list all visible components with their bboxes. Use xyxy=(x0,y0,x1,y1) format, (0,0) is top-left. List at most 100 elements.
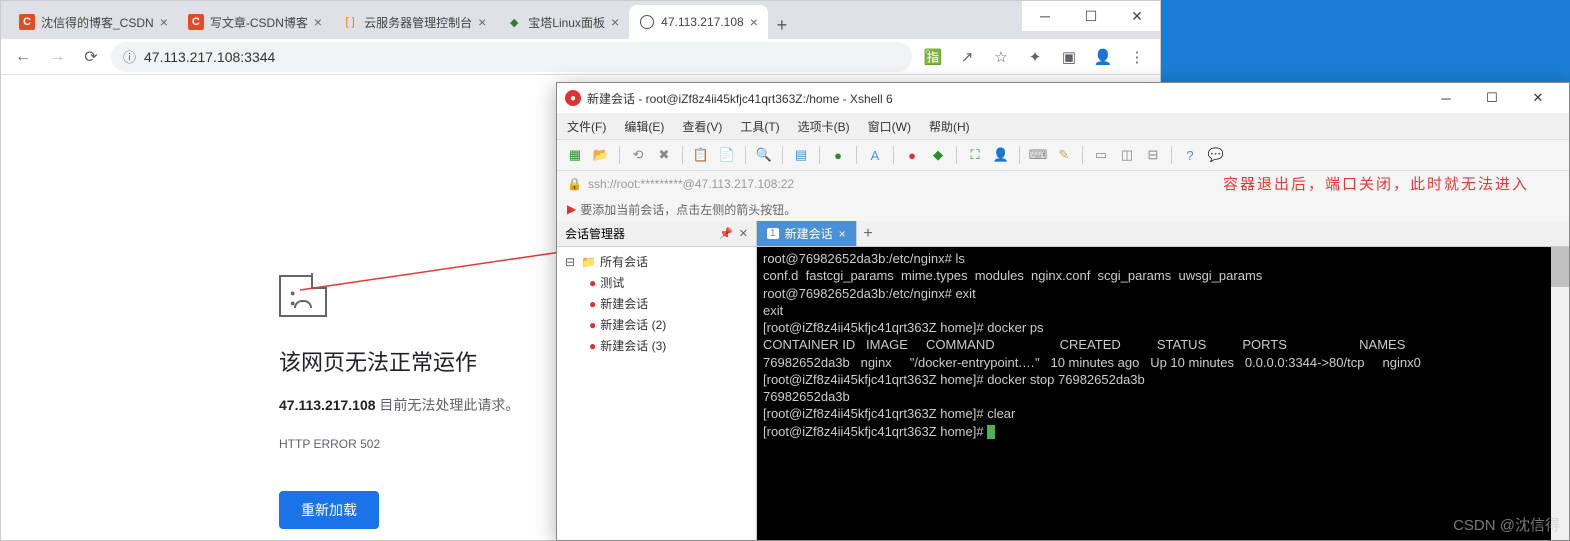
session-manager-header: 会话管理器 📌 ✕ xyxy=(557,221,756,247)
menu-window[interactable]: 窗口(W) xyxy=(868,118,911,135)
xshell-app-icon: ● xyxy=(565,90,581,106)
panel-close-icon[interactable]: ✕ xyxy=(739,227,748,240)
xshell-minimize[interactable]: ─ xyxy=(1423,83,1469,113)
session-item[interactable]: ● 新建会话 (3) xyxy=(561,335,752,356)
tree-root[interactable]: ⊟ 📁 所有会话 xyxy=(561,251,752,272)
session-item[interactable]: ● 新建会话 (2) xyxy=(561,314,752,335)
tab-cloud-console[interactable]: [ ] 云服务器管理控制台 × xyxy=(332,5,496,39)
layout2-icon[interactable]: ◫ xyxy=(1117,145,1137,165)
session-label: 新建会话 (3) xyxy=(600,337,666,354)
extensions-icon[interactable]: ✦ xyxy=(1020,42,1050,72)
tab-csdn-blog[interactable]: C 沈信得的博客_CSDN × xyxy=(9,5,178,39)
copy-icon[interactable]: 📋 xyxy=(691,145,711,165)
browser-window-controls: ─ ☐ ✕ xyxy=(1022,1,1160,31)
scrollbar-thumb[interactable] xyxy=(1551,247,1569,287)
sidepanel-icon[interactable]: ▣ xyxy=(1054,42,1084,72)
terminal-new-tab[interactable]: + xyxy=(856,221,880,246)
paste-icon[interactable]: 📄 xyxy=(717,145,737,165)
expand-icon[interactable]: ⊟ xyxy=(565,255,577,269)
tab-close-icon[interactable]: × xyxy=(478,14,486,30)
menu-tabs[interactable]: 选项卡(B) xyxy=(798,118,850,135)
xshell-ssh-bar[interactable]: 🔒 ssh://root:*********@47.113.217.108:22… xyxy=(557,171,1569,197)
tab-title: 47.113.217.108 xyxy=(661,15,744,29)
site-info-icon[interactable]: ⓘ xyxy=(123,47,136,66)
sad-page-icon: ● ● xyxy=(279,275,327,317)
toolbar-extensions: 🈯 ↗ ☆ ✦ ▣ 👤 ⋮ xyxy=(918,42,1152,72)
session-a-icon[interactable]: ● xyxy=(902,145,922,165)
session-icon: ● xyxy=(589,276,596,290)
profile-icon[interactable]: 👤 xyxy=(1088,42,1118,72)
highlight-icon[interactable]: ✎ xyxy=(1054,145,1074,165)
fullscreen-icon[interactable]: ⛶ xyxy=(965,145,985,165)
session-b-icon[interactable]: ◆ xyxy=(928,145,948,165)
disconnect-icon[interactable]: ✖ xyxy=(654,145,674,165)
watermark-text: CSDN @沈信得 xyxy=(1453,514,1560,535)
new-session-icon[interactable]: ▦ xyxy=(565,145,585,165)
tab-close-icon[interactable]: × xyxy=(314,14,322,30)
bookmark-star-icon[interactable]: ☆ xyxy=(986,42,1016,72)
font-icon[interactable]: A xyxy=(865,145,885,165)
menu-edit[interactable]: 编辑(E) xyxy=(624,118,664,135)
chat-icon[interactable]: 💬 xyxy=(1206,145,1226,165)
session-item[interactable]: ● 新建会话 xyxy=(561,293,752,314)
terminal-tab-close-icon[interactable]: × xyxy=(839,227,846,241)
session-label: 测试 xyxy=(600,274,624,291)
reload-button[interactable]: ⟳ xyxy=(77,43,105,71)
properties-icon[interactable]: ▤ xyxy=(791,145,811,165)
new-tab-button[interactable]: + xyxy=(768,11,796,39)
browser-maximize[interactable]: ☐ xyxy=(1068,1,1114,31)
favicon-shield-icon: ◆ xyxy=(506,14,522,30)
tip-text: 要添加当前会话，点击左侧的箭头按钮。 xyxy=(580,201,796,218)
pin-icon[interactable]: 📌 xyxy=(719,227,733,240)
menu-icon[interactable]: ⋮ xyxy=(1122,42,1152,72)
browser-minimize[interactable]: ─ xyxy=(1022,1,1068,31)
url-input[interactable]: ⓘ 47.113.217.108:3344 xyxy=(111,42,912,72)
xshell-maximize[interactable]: ☐ xyxy=(1469,83,1515,113)
search-icon[interactable]: 🔍 xyxy=(754,145,774,165)
menu-tools[interactable]: 工具(T) xyxy=(740,118,779,135)
user-icon[interactable]: 👤 xyxy=(991,145,1011,165)
tab-close-icon[interactable]: × xyxy=(611,14,619,30)
term-line: root@76982652da3b:/etc/nginx# exit xyxy=(763,286,976,301)
xshell-title-text: 新建会话 - root@iZf8z4ii45kfjc41qrt363Z:/hom… xyxy=(587,90,893,107)
reload-page-button[interactable]: 重新加载 xyxy=(279,491,379,529)
browser-tabs: C 沈信得的博客_CSDN × C 写文章-CSDN博客 × [ ] 云服务器管… xyxy=(1,1,1160,39)
term-line: 76982652da3b xyxy=(763,389,850,404)
forward-button[interactable]: → xyxy=(43,43,71,71)
back-button[interactable]: ← xyxy=(9,43,37,71)
xshell-window: ● 新建会话 - root@iZf8z4ii45kfjc41qrt363Z:/h… xyxy=(556,82,1570,541)
browser-close[interactable]: ✕ xyxy=(1114,1,1160,31)
tab-title: 沈信得的博客_CSDN xyxy=(41,14,154,31)
session-item[interactable]: ● 测试 xyxy=(561,272,752,293)
terminal-tab-active[interactable]: 1 新建会话 × xyxy=(757,221,856,246)
tab-bt-panel[interactable]: ◆ 宝塔Linux面板 × xyxy=(496,5,629,39)
xshell-close[interactable]: ✕ xyxy=(1515,83,1561,113)
menu-file[interactable]: 文件(F) xyxy=(567,118,606,135)
layout3-icon[interactable]: ⊟ xyxy=(1143,145,1163,165)
tab-close-icon[interactable]: × xyxy=(160,14,168,30)
tree-root-label: 所有会话 xyxy=(600,253,648,270)
term-line: 76982652da3b nginx "/docker-entrypoint.…… xyxy=(763,355,1421,370)
term-line: [root@iZf8z4ii45kfjc41qrt363Z home]# cle… xyxy=(763,406,1015,421)
terminal-area: 1 新建会话 × + root@76982652da3b:/etc/nginx#… xyxy=(757,221,1569,540)
translate-icon[interactable]: 🈯 xyxy=(918,42,948,72)
keyboard-icon[interactable]: ⌨ xyxy=(1028,145,1048,165)
session-label: 新建会话 xyxy=(600,295,648,312)
ssh-url: ssh://root:*********@47.113.217.108:22 xyxy=(588,177,794,191)
menu-view[interactable]: 查看(V) xyxy=(682,118,722,135)
reconnect-icon[interactable]: ⟲ xyxy=(628,145,648,165)
terminal-scrollbar[interactable] xyxy=(1551,247,1569,540)
open-icon[interactable]: 📂 xyxy=(591,145,611,165)
share-icon[interactable]: ↗ xyxy=(952,42,982,72)
menu-help[interactable]: 帮助(H) xyxy=(929,118,970,135)
tab-csdn-write[interactable]: C 写文章-CSDN博客 × xyxy=(178,5,332,39)
layout1-icon[interactable]: ▭ xyxy=(1091,145,1111,165)
tab-ip-page[interactable]: 47.113.217.108 × xyxy=(629,5,768,39)
session-icon: ● xyxy=(589,297,596,311)
help-icon[interactable]: ? xyxy=(1180,145,1200,165)
terminal-output[interactable]: root@76982652da3b:/etc/nginx# ls conf.d … xyxy=(757,247,1569,540)
address-bar: ← → ⟳ ⓘ 47.113.217.108:3344 🈯 ↗ ☆ ✦ ▣ 👤 … xyxy=(1,39,1160,75)
url-text: 47.113.217.108:3344 xyxy=(144,49,275,65)
color-icon[interactable]: ● xyxy=(828,145,848,165)
tab-close-icon[interactable]: × xyxy=(750,14,758,30)
